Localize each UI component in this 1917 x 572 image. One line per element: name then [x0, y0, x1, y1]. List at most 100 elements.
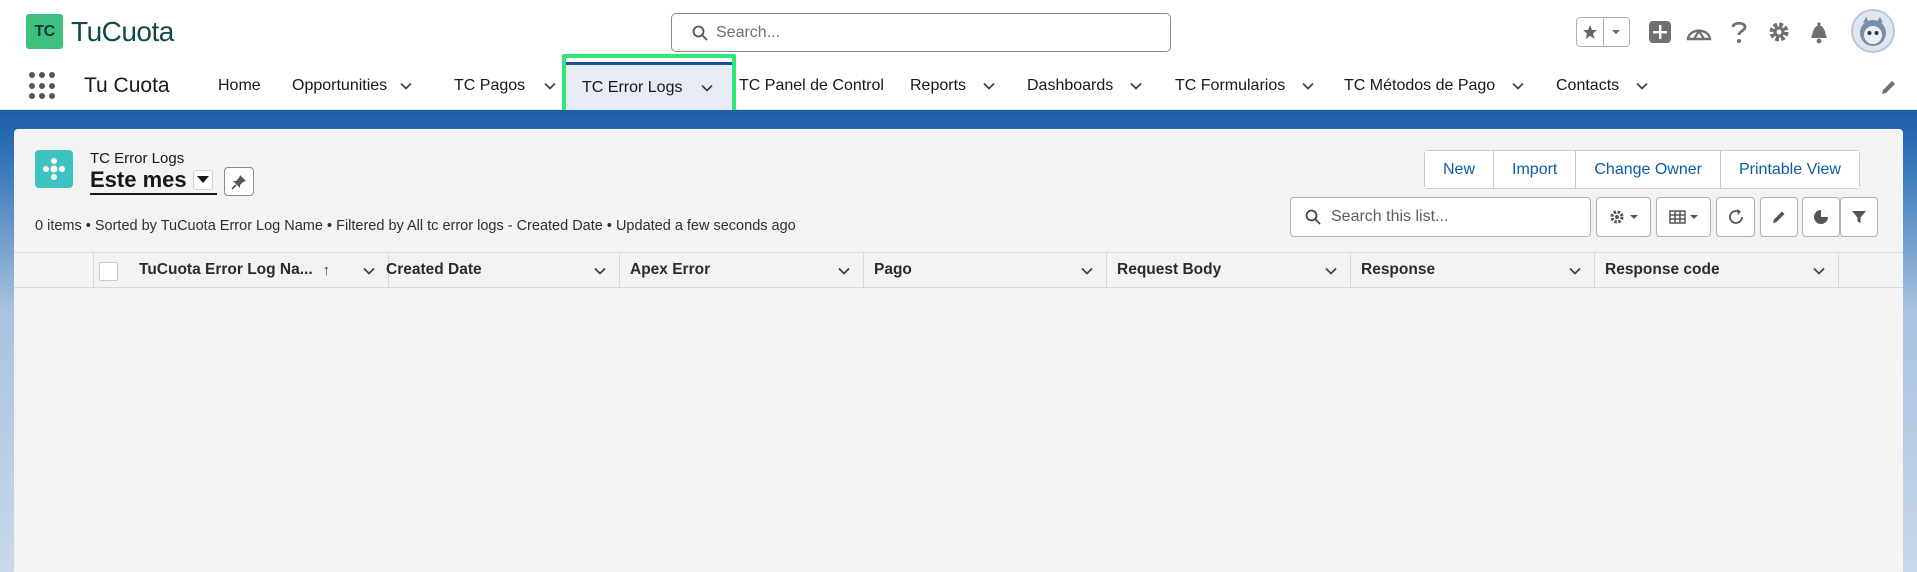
nav-item-tc-panel-de-control[interactable]: TC Panel de Control	[739, 62, 884, 110]
object-label: TC Error Logs	[90, 150, 185, 167]
chevron-down-icon[interactable]	[1812, 264, 1826, 278]
favorites-group	[1576, 17, 1630, 47]
printable-view-button[interactable]: Printable View	[1719, 151, 1859, 188]
table-view-icon	[1668, 210, 1698, 224]
chevron-down-icon[interactable]	[362, 264, 376, 278]
new-button[interactable]: New	[1425, 151, 1494, 188]
column-label: Response code	[1605, 261, 1720, 278]
charts-button[interactable]	[1802, 197, 1840, 237]
chevron-down-icon[interactable]	[1511, 79, 1525, 93]
nav-item-reports[interactable]: Reports	[910, 62, 996, 110]
pin-list-button[interactable]	[224, 167, 254, 196]
brand-mark: TC	[26, 14, 63, 49]
nav-item-label: TC Pagos	[454, 77, 526, 94]
trailhead-button[interactable]	[1685, 18, 1713, 46]
column-header-created-date[interactable]: Created Date	[376, 253, 620, 287]
chevron-down-icon[interactable]	[1635, 79, 1649, 93]
list-actions: New Import Change Owner Printable View	[1424, 150, 1860, 189]
chevron-down-icon[interactable]	[399, 79, 413, 93]
column-header-request-body[interactable]: Request Body	[1107, 253, 1351, 287]
nav-item-label: Dashboards	[1027, 77, 1114, 94]
sort-ascending-icon: ↑	[322, 261, 331, 279]
favorites-menu-button[interactable]	[1602, 18, 1630, 46]
user-avatar-icon	[1860, 17, 1886, 46]
nav-item-tc-error-logs[interactable]: TC Error Logs	[566, 62, 732, 110]
bell-icon	[1811, 22, 1827, 44]
nav-item-dashboards[interactable]: Dashboards	[1027, 62, 1143, 110]
refresh-button[interactable]	[1716, 197, 1755, 237]
nav-item-label: TC Métodos de Pago	[1344, 77, 1496, 94]
view-dropdown-button[interactable]	[192, 170, 213, 190]
edit-nav-icon[interactable]	[1880, 78, 1898, 96]
nav-item-label: Reports	[910, 77, 967, 94]
column-header-name[interactable]: TuCuota Error Log Na... ↑	[129, 253, 389, 287]
list-settings-icon	[1609, 210, 1638, 224]
nav-item-tc-pagos[interactable]: TC Pagos	[454, 62, 557, 110]
nav-item-label: TC Panel de Control	[739, 77, 884, 94]
favorites-star-icon	[1582, 25, 1597, 39]
nav-item-opportunities[interactable]: Opportunities	[292, 62, 413, 110]
app-navigation: Tu Cuota Home Opportunities TC Pagos TC …	[0, 62, 1917, 110]
column-header-response-code[interactable]: Response code	[1595, 253, 1839, 287]
chevron-down-icon[interactable]	[1568, 264, 1582, 278]
global-add-button[interactable]	[1646, 18, 1674, 46]
list-search-input[interactable]	[1331, 208, 1571, 226]
chevron-down-icon[interactable]	[543, 79, 557, 93]
column-label: Created Date	[386, 261, 482, 278]
chevron-down-icon[interactable]	[837, 264, 851, 278]
column-header-response[interactable]: Response	[1351, 253, 1595, 287]
nav-item-label: TC Error Logs	[582, 78, 683, 96]
add-icon	[1649, 21, 1671, 43]
global-search-input[interactable]	[716, 23, 1156, 42]
list-view-selector[interactable]: Este mes	[90, 167, 217, 195]
chevron-down-icon[interactable]	[1324, 264, 1338, 278]
favorites-button[interactable]	[1577, 18, 1603, 46]
column-label: Pago	[874, 261, 912, 278]
import-button[interactable]: Import	[1493, 151, 1576, 188]
notifications-button[interactable]	[1805, 18, 1833, 46]
app-name: Tu Cuota	[84, 74, 170, 97]
inline-edit-button[interactable]	[1760, 197, 1798, 237]
column-header-pago[interactable]: Pago	[864, 253, 1107, 287]
filters-button[interactable]	[1840, 197, 1878, 237]
brand-name: TuCuota	[71, 15, 174, 47]
nav-item-contacts[interactable]: Contacts	[1556, 62, 1649, 110]
column-label: Response	[1361, 261, 1436, 278]
list-settings-button[interactable]	[1596, 197, 1651, 237]
search-icon	[1305, 209, 1321, 225]
filter-icon	[1852, 211, 1866, 223]
search-icon	[692, 25, 708, 41]
brand-logo[interactable]: TC TuCuota	[26, 14, 174, 49]
chevron-down-icon[interactable]	[700, 81, 714, 95]
column-label: Apex Error	[630, 261, 711, 278]
column-header-apex-error[interactable]: Apex Error	[620, 253, 864, 287]
chart-icon	[1814, 210, 1828, 224]
refresh-icon	[1728, 209, 1743, 224]
global-header: TC TuCuota	[0, 0, 1917, 62]
help-button[interactable]	[1725, 18, 1753, 46]
column-label: Request Body	[1117, 261, 1222, 278]
chevron-down-icon[interactable]	[593, 264, 607, 278]
nav-item-tc-metodos-de-pago[interactable]: TC Métodos de Pago	[1344, 62, 1525, 110]
object-icon	[35, 150, 73, 188]
select-all-checkbox[interactable]	[99, 262, 118, 281]
chevron-down-icon[interactable]	[1129, 79, 1143, 93]
setup-button[interactable]	[1765, 18, 1793, 46]
global-search[interactable]	[671, 13, 1171, 52]
chevron-down-icon[interactable]	[982, 79, 996, 93]
avatar[interactable]	[1851, 9, 1895, 53]
display-as-button[interactable]	[1656, 197, 1711, 237]
chevron-down-icon[interactable]	[1301, 79, 1315, 93]
chevron-down-icon	[196, 176, 209, 183]
change-owner-button[interactable]: Change Owner	[1575, 151, 1720, 188]
list-table-header: TuCuota Error Log Na... ↑ Created Date A…	[14, 252, 1903, 288]
chevron-down-icon	[1612, 30, 1621, 34]
nav-item-tc-formularios[interactable]: TC Formularios	[1175, 62, 1315, 110]
app-launcher-icon[interactable]	[29, 72, 57, 100]
trailhead-icon	[1686, 28, 1712, 41]
chevron-down-icon[interactable]	[1080, 264, 1094, 278]
edit-icon	[1773, 211, 1785, 223]
row-number-header	[14, 253, 94, 287]
list-search[interactable]	[1290, 197, 1591, 237]
nav-item-home[interactable]: Home	[218, 62, 261, 110]
